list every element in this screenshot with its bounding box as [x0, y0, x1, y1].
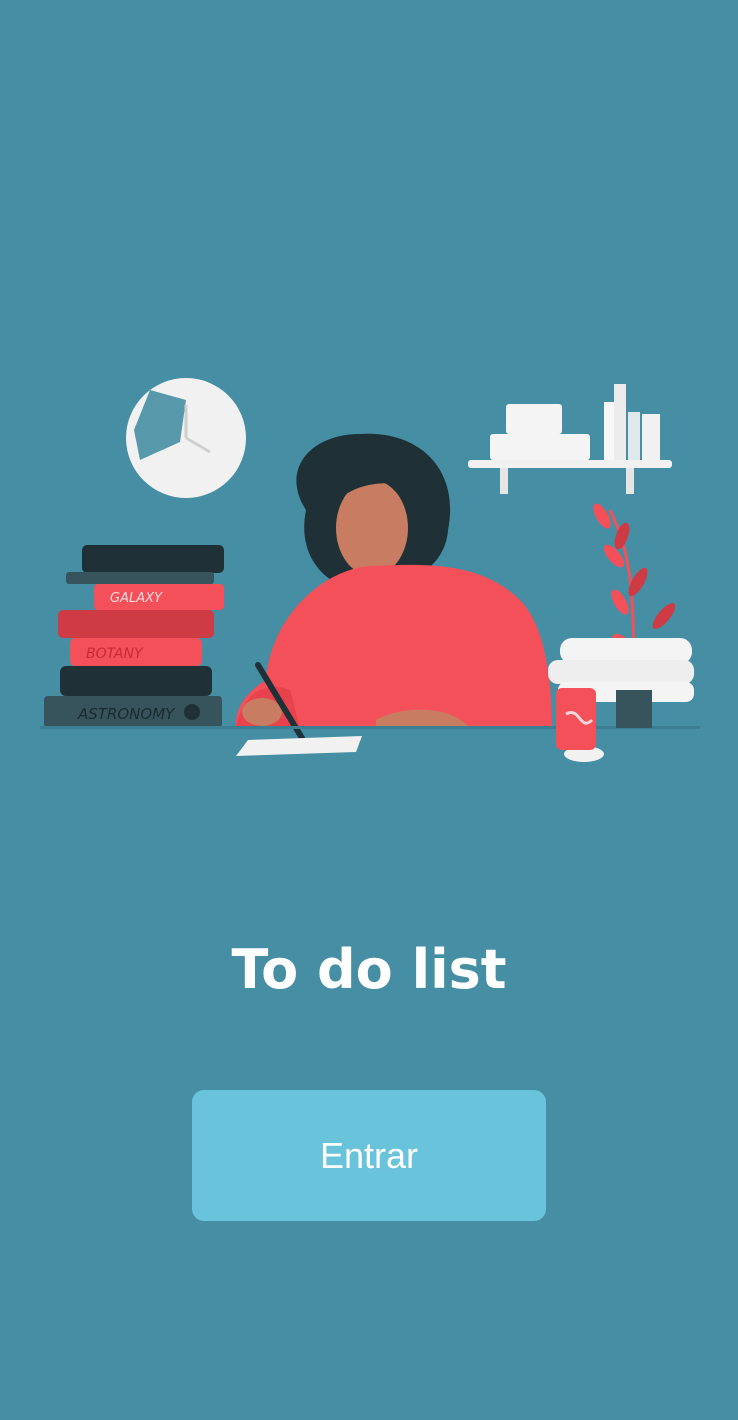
paper-icon [236, 736, 362, 756]
desk-edge [40, 726, 700, 729]
book-label-astronomy: ASTRONOMY [77, 705, 176, 723]
book-stack-icon: GALAXY BOTANY ASTRONOMY [44, 545, 224, 728]
study-illustration: GALAXY BOTANY ASTRONOMY [0, 360, 738, 780]
app-title: To do list [231, 938, 507, 1001]
enter-button[interactable]: Entrar [192, 1090, 546, 1221]
book-label-botany: BOTANY [86, 646, 144, 662]
clock-icon [126, 378, 246, 498]
book-label-galaxy: GALAXY [110, 591, 163, 606]
shelf-icon [468, 384, 672, 494]
